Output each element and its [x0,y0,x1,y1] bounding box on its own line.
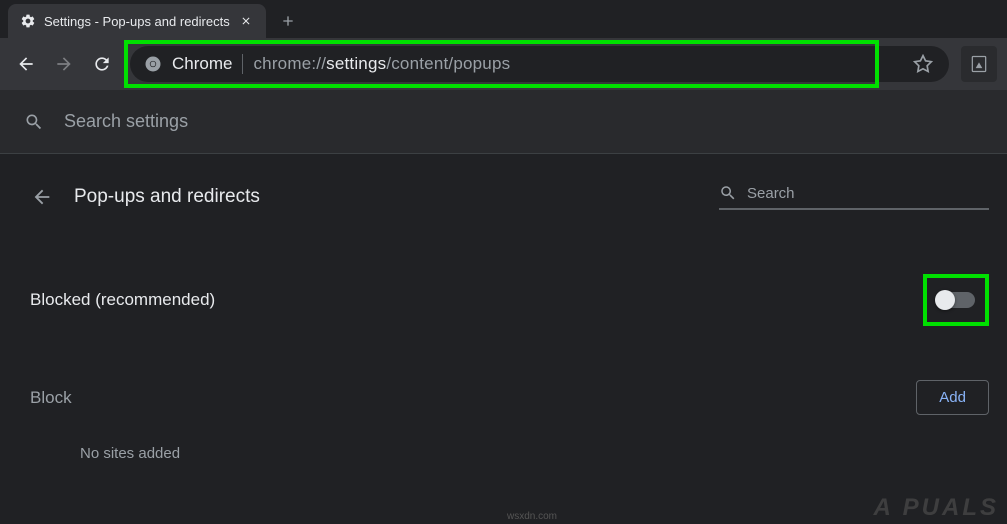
chrome-icon [144,55,162,73]
url-text: chrome://settings/content/popups [253,54,510,74]
gear-icon [20,13,36,29]
reload-button[interactable] [86,48,118,80]
search-icon [24,112,44,132]
page-title: Pop-ups and redirects [74,186,260,208]
search-icon [719,184,737,202]
site-label: Chrome [172,54,232,74]
blocked-label: Blocked (recommended) [30,290,215,310]
settings-back-button[interactable] [30,185,54,209]
toggle-wrapper [923,274,989,326]
browser-tab[interactable]: Settings - Pop-ups and redirects [8,4,266,38]
pdf-extension-icon[interactable] [961,46,997,82]
tab-title: Settings - Pop-ups and redirects [44,14,230,29]
settings-search-bar[interactable]: Search settings [0,90,1007,154]
settings-content: Pop-ups and redirects Blocked (recommend… [0,154,1007,462]
tab-bar: Settings - Pop-ups and redirects [0,0,1007,38]
page-header: Pop-ups and redirects [30,184,989,210]
watermark: A PUALS [874,494,999,522]
watermark-url: wsxdn.com [507,511,557,522]
empty-sites-text: No sites added [80,445,989,462]
content-search-input[interactable] [747,185,989,202]
bookmark-star-icon[interactable] [911,52,935,76]
toggle-knob [935,290,955,310]
browser-toolbar: Chrome chrome://settings/content/popups [0,38,1007,90]
blocked-toggle-row: Blocked (recommended) [30,260,989,340]
omnibox-wrapper: Chrome chrome://settings/content/popups [130,46,949,82]
block-section-header: Block Add [30,380,989,415]
new-tab-button[interactable] [274,7,302,35]
search-placeholder: Search settings [64,111,188,132]
divider [242,54,243,74]
content-search[interactable] [719,184,989,210]
blocked-toggle[interactable] [937,292,975,308]
back-button[interactable] [10,48,42,80]
close-icon[interactable] [238,13,254,29]
address-bar[interactable]: Chrome chrome://settings/content/popups [130,46,949,82]
add-button[interactable]: Add [916,380,989,415]
block-label: Block [30,388,72,408]
forward-button[interactable] [48,48,80,80]
